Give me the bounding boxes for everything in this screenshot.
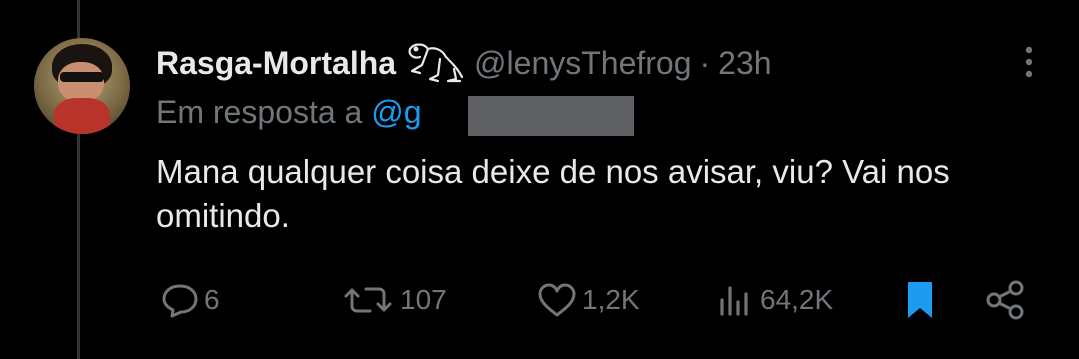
like-count: 1,2K — [582, 284, 640, 315]
reply-button[interactable]: 6 — [160, 275, 220, 325]
action-bar: 6 107 1,2K 64,2K — [0, 275, 1079, 325]
display-name[interactable]: Rasga-Mortalha — [156, 45, 396, 82]
reply-to-label: Em resposta a — [156, 93, 363, 130]
reply-context: Em resposta a @g — [156, 92, 421, 132]
reply-count: 6 — [204, 284, 220, 315]
tweet-text: Mana qualquer coisa deixe de nos avisar,… — [156, 153, 950, 234]
bookmark-icon — [908, 282, 932, 318]
avatar[interactable] — [34, 38, 130, 134]
retweet-icon — [344, 287, 392, 313]
views-icon — [720, 286, 748, 316]
bookmark-button[interactable] — [900, 275, 940, 325]
views-button[interactable]: 64,2K — [716, 275, 833, 325]
reply-icon — [162, 284, 198, 318]
share-button[interactable] — [984, 275, 1028, 325]
retweet-button[interactable]: 107 — [340, 275, 447, 325]
handle[interactable]: @lenysThefrog — [474, 45, 691, 82]
redaction-box — [468, 96, 634, 136]
separator-dot: · — [699, 44, 711, 81]
reply-to-mention[interactable]: @g — [371, 94, 421, 131]
like-button[interactable]: 1,2K — [536, 275, 640, 325]
timestamp[interactable]: 23h — [718, 45, 771, 82]
retweet-count: 107 — [400, 284, 447, 315]
view-count: 64,2K — [760, 284, 834, 315]
tweet-header: Rasga-Mortalha @lenysThefrog · 23h — [156, 40, 772, 86]
more-icon[interactable] — [1012, 42, 1046, 82]
frog-emoji-icon — [408, 43, 464, 83]
like-icon — [538, 283, 576, 317]
share-icon — [986, 280, 1024, 320]
